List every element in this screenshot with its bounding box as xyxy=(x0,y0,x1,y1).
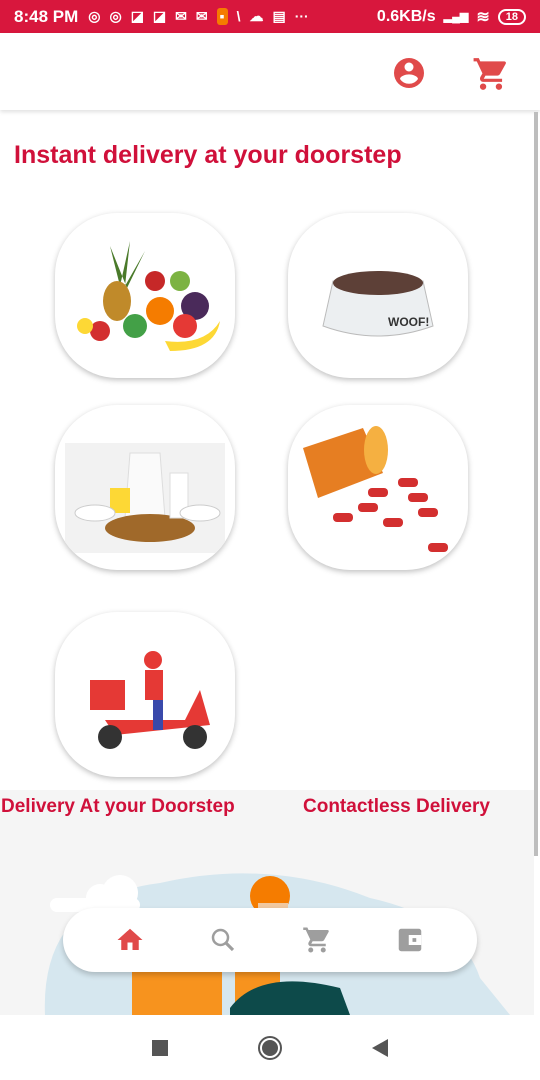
instagram-icon: ◎ xyxy=(109,8,122,24)
recents-button[interactable] xyxy=(152,1039,168,1056)
cart-icon[interactable] xyxy=(302,925,332,955)
features-section xyxy=(0,790,534,1015)
slash-icon: \ xyxy=(236,8,241,24)
page-title: Instant delivery at your doorstep xyxy=(14,141,402,169)
system-nav-bar xyxy=(0,1015,540,1080)
cloud-icon: ☁ xyxy=(249,8,264,24)
wifi-icon: ≋ xyxy=(476,8,490,26)
home-icon[interactable] xyxy=(115,925,145,955)
home-button[interactable] xyxy=(258,1035,282,1060)
back-button[interactable] xyxy=(372,1038,388,1057)
news-icon: ▤ xyxy=(272,8,286,24)
search-icon[interactable] xyxy=(208,925,238,955)
feature-contactless-delivery: Contactless Delivery xyxy=(303,796,490,817)
notification-icons: ◎ ◎ ◪ ◪ ✉ ✉ ▪ \ ☁ ▤ ··· xyxy=(88,8,309,25)
app-header xyxy=(0,33,540,110)
scrollbar[interactable] xyxy=(534,112,538,856)
category-fruits[interactable] xyxy=(55,213,235,378)
gmail-icon: ✉ xyxy=(195,8,208,24)
svg-text:WOOF!: WOOF! xyxy=(388,315,429,329)
bottom-nav xyxy=(63,908,477,972)
status-bar: 8:48 PM ◎ ◎ ◪ ◪ ✉ ✉ ▪ \ ☁ ▤ ··· 0.6KB/s ▂▄▆… xyxy=(0,0,540,33)
signal-icon: ▂▄▆ xyxy=(443,11,469,23)
wallet-icon[interactable] xyxy=(395,925,425,955)
dairy-image xyxy=(65,442,225,553)
cart-icon[interactable] xyxy=(472,55,510,93)
category-medicines[interactable] xyxy=(288,405,468,570)
instagram-icon: ◎ xyxy=(88,8,101,24)
category-delivery[interactable] xyxy=(55,612,235,777)
app-icon: ◪ xyxy=(130,8,144,24)
app-icon: ◪ xyxy=(152,8,167,24)
delivery-scooter-image xyxy=(90,650,210,749)
account-circle-icon[interactable] xyxy=(391,55,427,91)
category-dairy[interactable] xyxy=(55,405,235,570)
network-speed: 0.6KB/s xyxy=(376,7,436,25)
mi-icon: ▪ xyxy=(216,8,228,25)
pills-image xyxy=(303,425,448,552)
gmail-icon: ✉ xyxy=(175,8,187,24)
fruits-image xyxy=(77,240,220,351)
status-time: 8:48 PM xyxy=(14,6,79,26)
category-pet-food[interactable]: WOOF! xyxy=(288,213,468,378)
battery-icon: 18 xyxy=(497,8,526,25)
more-icon: ··· xyxy=(294,8,309,24)
pet-bowl-image: WOOF! xyxy=(322,270,434,336)
feature-delivery-at-doorstep: Delivery At your Doorstep xyxy=(1,796,235,817)
